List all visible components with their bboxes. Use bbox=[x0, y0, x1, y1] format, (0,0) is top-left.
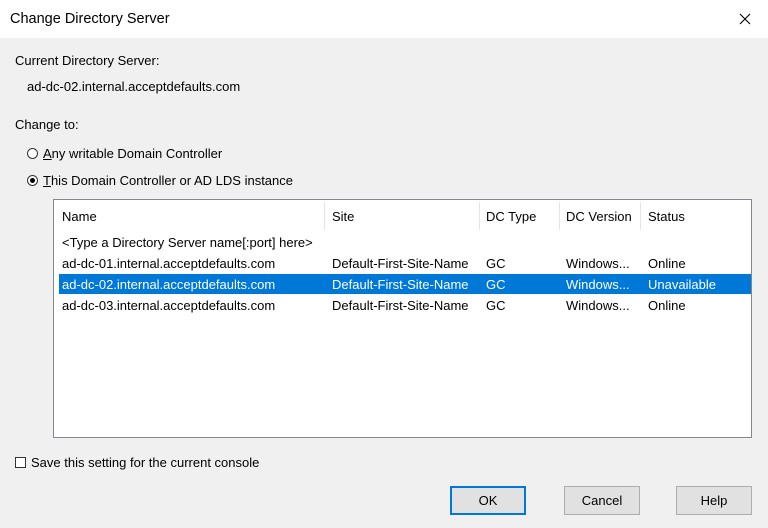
column-divider[interactable] bbox=[324, 202, 325, 230]
table-row[interactable]: ad-dc-01.internal.acceptdefaults.com Def… bbox=[59, 253, 751, 273]
cell-site: Default-First-Site-Name bbox=[332, 256, 469, 271]
column-header-dc-version[interactable]: DC Version bbox=[566, 209, 632, 231]
column-header-name[interactable]: Name bbox=[62, 209, 97, 231]
window-title: Change Directory Server bbox=[10, 11, 170, 27]
save-setting-checkbox[interactable]: Save this setting for the current consol… bbox=[15, 455, 259, 470]
help-button[interactable]: Help bbox=[676, 486, 752, 515]
change-to-label: Change to: bbox=[15, 117, 79, 132]
cell-name: ad-dc-03.internal.acceptdefaults.com bbox=[62, 298, 276, 313]
cell-site: Default-First-Site-Name bbox=[332, 298, 469, 313]
list-item-placeholder[interactable]: <Type a Directory Server name[:port] her… bbox=[59, 232, 751, 252]
column-divider[interactable] bbox=[640, 202, 641, 230]
close-button[interactable] bbox=[722, 0, 768, 38]
cancel-button[interactable]: Cancel bbox=[564, 486, 640, 515]
radio-button-indicator[interactable] bbox=[27, 148, 38, 159]
cell-name: ad-dc-02.internal.acceptdefaults.com bbox=[62, 277, 276, 292]
title-bar: Change Directory Server bbox=[0, 0, 768, 38]
cell-dc-type: GC bbox=[486, 277, 506, 292]
cell-dc-version: Windows... bbox=[566, 298, 630, 313]
ok-button[interactable]: OK bbox=[450, 486, 526, 515]
cell-dc-type: GC bbox=[486, 256, 506, 271]
column-header-status[interactable]: Status bbox=[648, 209, 685, 231]
checkbox-indicator[interactable] bbox=[15, 457, 26, 468]
column-divider[interactable] bbox=[559, 202, 560, 230]
cell-site: Default-First-Site-Name bbox=[332, 277, 469, 292]
cell-dc-version: Windows... bbox=[566, 256, 630, 271]
column-divider[interactable] bbox=[479, 202, 480, 230]
save-setting-label: Save this setting for the current consol… bbox=[31, 455, 260, 470]
cell-status: Unavailable bbox=[648, 277, 716, 292]
column-header-site[interactable]: Site bbox=[332, 209, 354, 231]
cell-name: ad-dc-01.internal.acceptdefaults.com bbox=[62, 256, 276, 271]
cell-status: Online bbox=[648, 298, 686, 313]
radio-any-writable-dc[interactable]: Any writable Domain Controller bbox=[27, 146, 222, 161]
directory-server-list[interactable]: Name Site DC Type DC Version Status <Typ… bbox=[53, 199, 752, 438]
column-header-dc-type[interactable]: DC Type bbox=[486, 209, 536, 231]
placeholder-text: <Type a Directory Server name[:port] her… bbox=[62, 235, 313, 250]
radio-this-label: This Domain Controller or AD LDS instanc… bbox=[43, 173, 294, 188]
table-row[interactable]: ad-dc-03.internal.acceptdefaults.com Def… bbox=[59, 295, 751, 315]
table-row-selected[interactable]: ad-dc-02.internal.acceptdefaults.com Def… bbox=[59, 274, 751, 294]
cell-dc-version: Windows... bbox=[566, 277, 630, 292]
current-server-label: Current Directory Server: bbox=[15, 53, 160, 68]
close-icon bbox=[739, 13, 751, 25]
cell-status: Online bbox=[648, 256, 686, 271]
current-server-value: ad-dc-02.internal.acceptdefaults.com bbox=[27, 79, 241, 94]
radio-this-dc[interactable]: This Domain Controller or AD LDS instanc… bbox=[27, 173, 293, 188]
radio-button-indicator-checked[interactable] bbox=[27, 175, 38, 186]
radio-any-label: Any writable Domain Controller bbox=[43, 146, 223, 161]
cell-dc-type: GC bbox=[486, 298, 506, 313]
